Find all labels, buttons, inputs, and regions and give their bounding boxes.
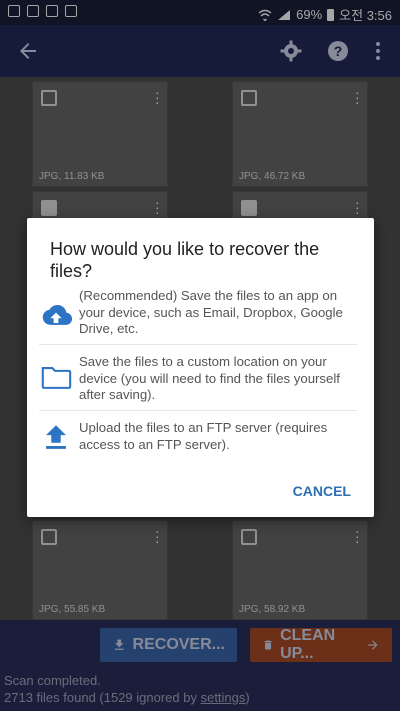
option-custom-location[interactable]: Save the files to a custom location on y… xyxy=(39,344,357,410)
option-ftp-upload[interactable]: Upload the files to an FTP server (requi… xyxy=(39,410,357,466)
option-save-to-app[interactable]: (Recommended) Save the files to an app o… xyxy=(39,288,357,344)
cancel-button[interactable]: CANCEL xyxy=(293,483,351,499)
folder-icon xyxy=(41,366,72,389)
option-text: Upload the files to an FTP server (requi… xyxy=(79,420,328,452)
option-text: (Recommended) Save the files to an app o… xyxy=(79,288,343,337)
dialog-title: How would you like to recover the files? xyxy=(50,239,320,281)
upload-icon xyxy=(46,425,66,449)
recover-dialog: How would you like to recover the files?… xyxy=(27,218,374,517)
option-text: Save the files to a custom location on y… xyxy=(79,354,340,403)
cloud-upload-icon xyxy=(42,305,73,325)
